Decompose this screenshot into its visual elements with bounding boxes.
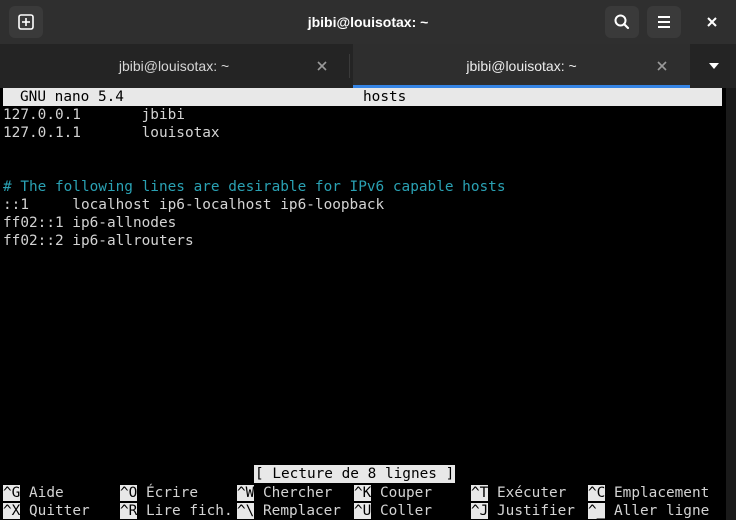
shortcut-key: ^K [354,485,372,501]
close-icon [317,61,327,71]
shortcut-key: ^_ [588,503,606,519]
file-line: ff02::1 ip6-allnodes [3,215,177,231]
nano-status-message: [ Lecture de 8 lignes ] [254,465,456,483]
shortcut-key: ^J [471,503,489,519]
shortcut-goto-line: ^_ Aller ligne [588,502,709,520]
tab-1[interactable]: jbibi@louisotax: ~ [0,44,348,88]
close-window-button[interactable] [695,6,729,38]
shortcut-key: ^O [120,485,138,501]
shortcut-label: Aide [29,485,64,501]
tab-close-button[interactable] [654,58,670,74]
shortcut-cut: ^K Couper [354,484,432,502]
file-line: ::1 localhost ip6-localhost ip6-loopback [3,197,385,213]
shortcut-read-file: ^R Lire fich. [120,502,233,520]
shortcut-label: Exécuter [497,485,567,501]
tab-close-button[interactable] [314,58,330,74]
tab-list-dropdown[interactable] [700,54,728,78]
shortcut-label: Aller ligne [614,503,710,519]
close-icon [707,17,717,27]
hamburger-menu-icon [658,16,670,28]
shortcut-quit: ^X Quitter [3,502,90,520]
shortcut-key: ^G [3,485,21,501]
shortcut-label: Quitter [29,503,90,519]
shortcut-key: ^W [237,485,255,501]
tab-label: jbibi@louisotax: ~ [466,58,577,74]
tab-2[interactable]: jbibi@louisotax: ~ [353,44,690,88]
shortcut-key: ^U [354,503,372,519]
file-line: 127.0.1.1 louisotax [3,125,220,141]
file-line-comment: # The following lines are desirable for … [3,179,506,195]
nano-filename: hosts [363,89,407,105]
tab-separator [349,54,350,78]
shortcut-label: Lire fich. [146,503,233,519]
shortcut-paste: ^U Coller [354,502,432,520]
terminal-content[interactable]: GNU nano 5.4 hosts 127.0.0.1 jbibi 127.0… [0,88,726,520]
shortcut-label: Remplacer [263,503,341,519]
shortcut-label: Couper [380,485,432,501]
terminal-window: jbibi@louisotax: ~ jbibi@louisotax: ~ jb… [0,0,736,520]
shortcut-execute: ^T Exécuter [471,484,566,502]
shortcut-key: ^T [471,485,489,501]
menu-button[interactable] [647,6,681,38]
shortcut-label: Écrire [146,485,198,501]
tab-label: jbibi@louisotax: ~ [118,58,230,74]
shortcut-label: Coller [380,503,432,519]
shortcut-label: Emplacement [614,485,710,501]
shortcut-key: ^R [120,503,138,519]
file-line: 127.0.0.1 jbibi [3,107,185,123]
shortcut-label: Justifier [497,503,575,519]
shortcut-key: ^\ [237,503,255,519]
shortcut-key: ^X [3,503,21,519]
shortcut-search: ^W Chercher [237,484,332,502]
nano-header-bar: GNU nano 5.4 hosts [3,88,722,106]
search-icon [614,14,630,30]
tab-bar: jbibi@louisotax: ~ jbibi@louisotax: ~ [0,44,736,88]
close-icon [657,61,667,71]
shortcut-write: ^O Écrire [120,484,198,502]
file-line: ff02::2 ip6-allrouters [3,233,194,249]
shortcut-label: Chercher [263,485,333,501]
chevron-down-icon [709,63,719,69]
title-bar: jbibi@louisotax: ~ [0,0,736,44]
terminal-scrollbar[interactable] [726,88,736,520]
shortcut-help: ^G Aide [3,484,64,502]
shortcut-key: ^C [588,485,606,501]
shortcut-replace: ^\ Remplacer [237,502,341,520]
shortcut-location: ^C Emplacement [588,484,709,502]
shortcut-justify: ^J Justifier [471,502,575,520]
nano-version: GNU nano 5.4 [20,89,124,105]
search-button[interactable] [605,6,639,38]
